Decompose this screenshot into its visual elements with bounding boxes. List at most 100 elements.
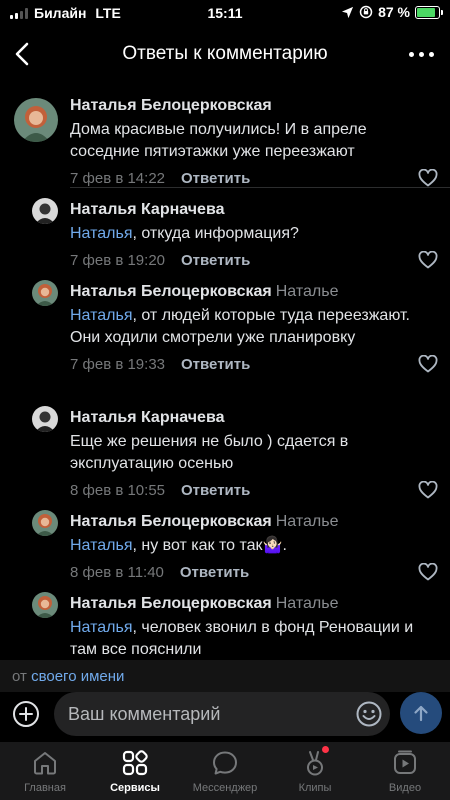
- comment-author[interactable]: Наталья Карначева: [70, 201, 224, 218]
- comment-item: Наталья Белоцерковская Дома красивые пол…: [0, 88, 450, 188]
- avatar[interactable]: [32, 280, 58, 306]
- author-line: Наталья Белоцерковская Наталье: [70, 282, 438, 302]
- mention-link[interactable]: Наталья: [70, 537, 132, 554]
- comment-text: Наталья, человек звонил в фонд Реновации…: [70, 617, 438, 658]
- comment-date: 7 фев в 14:22: [70, 170, 166, 187]
- reply-button[interactable]: Ответить: [181, 252, 250, 269]
- author-line: Наталья Карначева: [70, 200, 438, 220]
- notification-dot: [322, 746, 329, 753]
- comment-meta: 7 фев в 19:20 Ответить: [70, 252, 438, 269]
- mention-link[interactable]: Наталья: [70, 225, 132, 242]
- mention-link[interactable]: Наталья: [70, 307, 132, 324]
- nav-header: Ответы к комментарию: [0, 28, 450, 80]
- author-line: Наталья Белоцерковская: [70, 96, 438, 116]
- mention-link[interactable]: Наталья: [70, 619, 132, 636]
- comment-meta: 8 фев в 11:40 Ответить: [70, 564, 438, 581]
- tab-bar: Главная Сервисы Мессенджер Клипы Видео: [0, 742, 450, 800]
- heart-icon[interactable]: [418, 481, 438, 499]
- comment-text: Наталья, ну вот как то так🤷🏻‍♀️.: [70, 535, 438, 557]
- author-line: Наталья Белоцерковская Наталье: [70, 512, 438, 532]
- tab-home[interactable]: Главная: [0, 742, 90, 800]
- avatar-image: [32, 592, 58, 618]
- tab-label: Видео: [388, 782, 422, 794]
- more-dot-icon: [409, 52, 414, 57]
- comment-body: Наталья Белоцерковская Дома красивые пол…: [70, 96, 438, 187]
- avatar[interactable]: [32, 510, 58, 536]
- more-button[interactable]: [409, 52, 434, 57]
- comment-text-content: , откуда информация?: [132, 225, 299, 242]
- comment-author[interactable]: Наталья Белоцерковская: [70, 513, 272, 530]
- tab-video[interactable]: Видео: [360, 742, 450, 800]
- avatar-image: [32, 280, 58, 306]
- comments-list[interactable]: Наталья Белоцерковская Дома красивые пол…: [0, 88, 450, 658]
- status-right: 87 %: [341, 4, 443, 20]
- avatar[interactable]: [32, 198, 58, 224]
- battery-level: [417, 7, 436, 17]
- comment-meta: 8 фев в 10:55 Ответить: [70, 482, 438, 499]
- avatar-image: [32, 198, 58, 224]
- reply-button[interactable]: Ответить: [181, 356, 250, 373]
- more-dot-icon: [419, 52, 424, 57]
- heart-icon[interactable]: [418, 563, 438, 581]
- avatar[interactable]: [32, 592, 58, 618]
- heart-icon[interactable]: [418, 251, 438, 269]
- battery-icon: [415, 5, 443, 19]
- comment-text-content: Еще же решения не было ) сдается в экспл…: [70, 433, 349, 472]
- page-title: Ответы к комментарию: [122, 43, 328, 64]
- comment-text: Еще же решения не было ) сдается в экспл…: [70, 431, 438, 475]
- tab-label: Сервисы: [110, 782, 160, 794]
- reply-to-name[interactable]: Наталье: [276, 513, 339, 530]
- smile-icon: [356, 701, 382, 727]
- comment-author[interactable]: Наталья Белоцерковская: [70, 595, 272, 612]
- comment-date: 7 фев в 19:20: [70, 252, 166, 269]
- avatar[interactable]: [32, 406, 58, 432]
- comment-meta: 7 фев в 19:33 Ответить: [70, 356, 438, 373]
- comment-item: Наталья Белоцерковская Наталье Наталья, н…: [0, 500, 450, 582]
- reply-button[interactable]: Ответить: [181, 482, 250, 499]
- reply-as-banner: от своего имени: [0, 660, 450, 692]
- avatar-image: [32, 510, 58, 536]
- comment-meta: 7 фев в 14:22 Ответить: [70, 170, 438, 187]
- heart-icon[interactable]: [418, 355, 438, 373]
- reply-as-name[interactable]: своего имени: [31, 668, 124, 685]
- comment-composer: [0, 690, 450, 738]
- orientation-lock-icon: [359, 5, 373, 19]
- tab-label: Клипы: [298, 782, 332, 794]
- emoji-button[interactable]: [355, 700, 383, 728]
- comment-body: Наталья Белоцерковская Наталье Наталья, о…: [70, 282, 438, 373]
- comment-body: Наталья Карначева Наталья, откуда информ…: [70, 200, 438, 269]
- send-button[interactable]: [400, 692, 442, 734]
- comment-date: 7 фев в 19:33: [70, 356, 166, 373]
- messenger-icon: [213, 751, 237, 775]
- comment-author[interactable]: Наталья Белоцерковская: [70, 283, 272, 300]
- tab-messenger[interactable]: Мессенджер: [180, 742, 270, 800]
- comment-item: Наталья Белоцерковская Наталье Наталья, ч…: [0, 582, 450, 658]
- tab-label: Мессенджер: [192, 782, 258, 794]
- video-icon: [394, 750, 416, 774]
- heart-icon[interactable]: [418, 169, 438, 187]
- comment-author[interactable]: Наталья Карначева: [70, 409, 224, 426]
- tab-services[interactable]: Сервисы: [90, 742, 180, 800]
- comment-input[interactable]: [54, 692, 390, 736]
- comment-date: 8 фев в 11:40: [70, 564, 164, 581]
- comment-body: Наталья Белоцерковская Наталье Наталья, н…: [70, 512, 438, 581]
- author-line: Наталья Карначева: [70, 408, 438, 428]
- reply-button[interactable]: Ответить: [181, 170, 250, 187]
- reply-to-name[interactable]: Наталье: [276, 283, 339, 300]
- avatar[interactable]: [14, 98, 58, 142]
- comment-body: Наталья Белоцерковская Наталье Наталья, ч…: [70, 594, 438, 658]
- reply-as-prefix: от: [12, 668, 27, 685]
- tab-clips[interactable]: Клипы: [270, 742, 360, 800]
- status-bar: Билайн LTE 15:11 87 %: [0, 0, 450, 26]
- comment-item: Наталья Карначева Наталья, откуда информ…: [0, 188, 450, 270]
- comment-item: Наталья Карначева Еще же решения не было…: [0, 396, 450, 500]
- comment-author[interactable]: Наталья Белоцерковская: [70, 97, 272, 114]
- services-icon: [122, 750, 148, 776]
- comment-text-content: Дома красивые получились! И в апреле сос…: [70, 121, 367, 160]
- attach-button[interactable]: [12, 700, 40, 728]
- reply-to-name[interactable]: Наталье: [276, 595, 339, 612]
- tab-label: Главная: [24, 782, 66, 794]
- comment-body: Наталья Карначева Еще же решения не было…: [70, 408, 438, 499]
- comment-text: Дома красивые получились! И в апреле сос…: [70, 119, 438, 163]
- reply-button[interactable]: Ответить: [180, 564, 249, 581]
